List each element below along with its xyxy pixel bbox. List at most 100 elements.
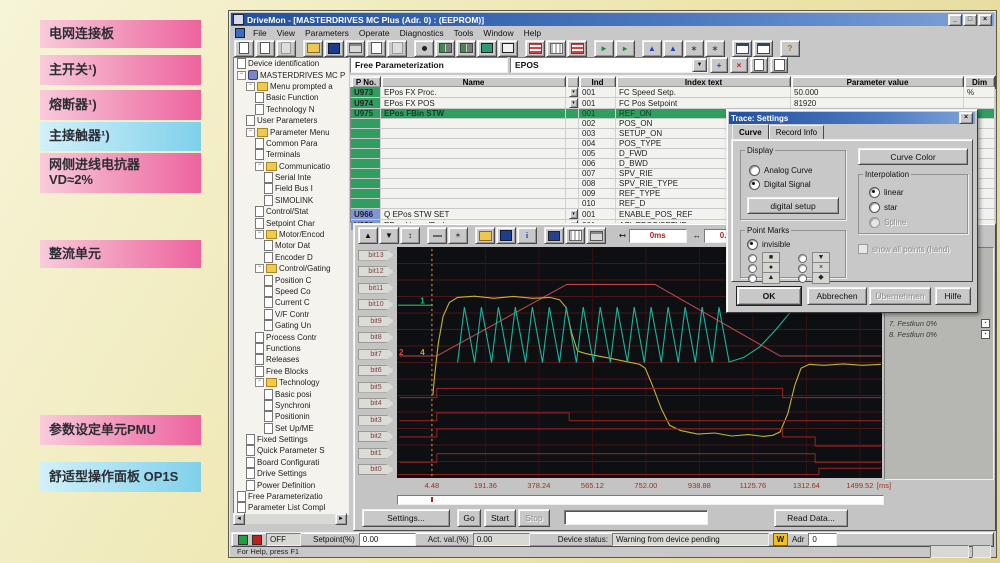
trace-folder-button[interactable] bbox=[475, 227, 495, 244]
tree-item[interactable]: Basic posi bbox=[234, 388, 348, 399]
menu-parameters[interactable]: Parameters bbox=[300, 28, 354, 38]
add-dataset-button[interactable]: + bbox=[710, 57, 728, 73]
tree-item[interactable]: Speed Co bbox=[234, 286, 348, 297]
tree-item[interactable]: Device identification bbox=[234, 58, 348, 69]
menu-diagnostics[interactable]: Diagnostics bbox=[395, 28, 449, 38]
tree-toggle-icon[interactable]: − bbox=[255, 264, 264, 273]
tree-item[interactable]: Free Parameterizatio bbox=[234, 491, 348, 502]
tree-item[interactable]: −Motor/Encod bbox=[234, 229, 348, 240]
radio-icon[interactable] bbox=[869, 202, 880, 213]
chevron-down-icon[interactable]: ▼ bbox=[692, 58, 707, 72]
tree-item[interactable]: Common Para bbox=[234, 138, 348, 149]
toolbar-folder-button[interactable] bbox=[303, 40, 323, 57]
table-row[interactable]: U973EPos FX Proc.▾001FC Speed Setp.50.00… bbox=[351, 87, 995, 98]
tree-item[interactable]: Quick Parameter S bbox=[234, 445, 348, 456]
trace-save-button[interactable] bbox=[496, 227, 516, 244]
tab-record-info[interactable]: Record Info bbox=[769, 125, 824, 140]
tree-item[interactable]: Functions bbox=[234, 343, 348, 354]
radio-icon[interactable] bbox=[747, 239, 758, 250]
trace-tools-button[interactable]: ✶ bbox=[448, 227, 468, 244]
toolbar-win2-button[interactable] bbox=[753, 40, 773, 57]
trace-info-button[interactable]: i bbox=[517, 227, 537, 244]
row-dropdown-icon[interactable]: ▾ bbox=[569, 98, 578, 108]
menu-tools[interactable]: Tools bbox=[449, 28, 479, 38]
ok-button[interactable]: OK bbox=[737, 287, 801, 305]
digital-signal-option[interactable]: Digital Signal bbox=[749, 179, 811, 190]
toolbar-doc-open-button[interactable] bbox=[255, 40, 275, 57]
radio-icon[interactable] bbox=[869, 187, 880, 198]
toolbar-dots2-button[interactable]: ∗ bbox=[705, 40, 725, 57]
toolbar-link2-button[interactable] bbox=[456, 40, 476, 57]
trace-zoom-in-button[interactable]: ▲ bbox=[358, 227, 378, 244]
toolbar-link-button[interactable] bbox=[435, 40, 455, 57]
toolbar-help-button[interactable]: ? bbox=[780, 40, 800, 57]
tree-toggle-icon[interactable]: − bbox=[255, 162, 264, 171]
toolbar-grid-red2-button[interactable] bbox=[567, 40, 587, 57]
trace-zoom-fit-button[interactable]: ↕ bbox=[400, 227, 420, 244]
tree-item[interactable]: Motor Dat bbox=[234, 240, 348, 251]
tree-item[interactable]: Basic Function bbox=[234, 92, 348, 103]
trace-comment-input[interactable] bbox=[564, 510, 708, 525]
toolbar-doc-dim-button[interactable] bbox=[276, 40, 296, 57]
tree-toggle-icon[interactable]: − bbox=[246, 128, 255, 137]
tree-item[interactable]: Positionin bbox=[234, 411, 348, 422]
menu-view[interactable]: View bbox=[272, 28, 300, 38]
toolbar-up2-button[interactable]: ▲ bbox=[663, 40, 683, 57]
parameter-group-field[interactable]: Free Parameterization bbox=[350, 57, 508, 73]
toolbar-monitor-button[interactable] bbox=[477, 40, 497, 57]
toolbar-save-button[interactable] bbox=[324, 40, 344, 57]
tree-item[interactable]: Encoder D bbox=[234, 252, 348, 263]
tree-item[interactable]: −MASTERDRIVES MC P bbox=[234, 69, 348, 80]
toolbar-dots-button[interactable]: ∗ bbox=[684, 40, 704, 57]
close-button[interactable]: × bbox=[978, 14, 992, 26]
tree-toggle-icon[interactable]: − bbox=[246, 82, 255, 91]
tree-item[interactable]: Gating Un bbox=[234, 320, 348, 331]
toolbar-go2-button[interactable]: ▸ bbox=[615, 40, 635, 57]
time-scrollbar[interactable] bbox=[397, 495, 884, 505]
point-mark-option[interactable]: ◆ bbox=[797, 272, 830, 284]
checkbox-icon[interactable] bbox=[858, 244, 868, 254]
tree-horizontal-scrollbar[interactable]: ◄ ► bbox=[233, 514, 347, 524]
tree-item[interactable]: Set Up/ME bbox=[234, 423, 348, 434]
row-dropdown-icon[interactable]: ▾ bbox=[569, 87, 578, 97]
radio-icon[interactable] bbox=[749, 179, 760, 190]
menu-file[interactable]: File bbox=[248, 28, 272, 38]
toolbar-print-button[interactable] bbox=[345, 40, 365, 57]
tree-item[interactable]: Parameter List Compl bbox=[234, 502, 348, 513]
analog-curve-option[interactable]: Analog Curve bbox=[749, 165, 812, 176]
tree-item[interactable]: −Control/Gating bbox=[234, 263, 348, 274]
help-button[interactable]: Hilfe bbox=[935, 287, 971, 305]
toolbar-copy-dim-button[interactable] bbox=[387, 40, 407, 57]
dataset-combo[interactable]: EPOS ▼ bbox=[510, 57, 708, 73]
show-all-points-option[interactable]: show all points (hand) bbox=[858, 244, 950, 254]
tree-item[interactable]: Releases bbox=[234, 354, 348, 365]
curve-color-button[interactable]: Curve Color bbox=[858, 148, 968, 165]
cancel-button[interactable]: Abbrechen bbox=[807, 287, 867, 305]
point-mark-option[interactable]: ▲ bbox=[747, 272, 780, 284]
tree-item[interactable]: Setpoint Char bbox=[234, 217, 348, 228]
radio-icon[interactable] bbox=[748, 274, 757, 283]
tree-item[interactable]: Synchroni bbox=[234, 400, 348, 411]
trace-grid-button[interactable] bbox=[565, 227, 585, 244]
tree-item[interactable]: Power Definition bbox=[234, 479, 348, 490]
radio-icon[interactable] bbox=[869, 217, 880, 228]
read-data-button[interactable]: Read Data... bbox=[774, 509, 848, 527]
scroll-right-icon[interactable]: ► bbox=[335, 513, 347, 525]
tree-item[interactable]: −Parameter Menu bbox=[234, 126, 348, 137]
spline-option[interactable]: Spline bbox=[869, 217, 906, 228]
tree-toggle-icon[interactable]: − bbox=[255, 378, 264, 387]
scroll-left-icon[interactable]: ◄ bbox=[233, 513, 245, 525]
row-dropdown-icon[interactable]: ▾ bbox=[569, 209, 578, 219]
menu-operate[interactable]: Operate bbox=[354, 28, 395, 38]
tree-item[interactable]: −Technology bbox=[234, 377, 348, 388]
tree-toggle-icon[interactable]: − bbox=[237, 71, 246, 80]
toolbar-up-button[interactable]: ▲ bbox=[642, 40, 662, 57]
tree-item[interactable]: Free Blocks bbox=[234, 366, 348, 377]
toolbar-monitor2-button[interactable] bbox=[498, 40, 518, 57]
toolbar-grid-button[interactable] bbox=[546, 40, 566, 57]
linear-option[interactable]: linear bbox=[869, 187, 904, 198]
trace-zoom-out-button[interactable]: ▼ bbox=[379, 227, 399, 244]
invisible-option[interactable]: invisible bbox=[747, 239, 790, 250]
go-button[interactable]: Go bbox=[457, 509, 481, 527]
start-button[interactable]: Start bbox=[484, 509, 516, 527]
